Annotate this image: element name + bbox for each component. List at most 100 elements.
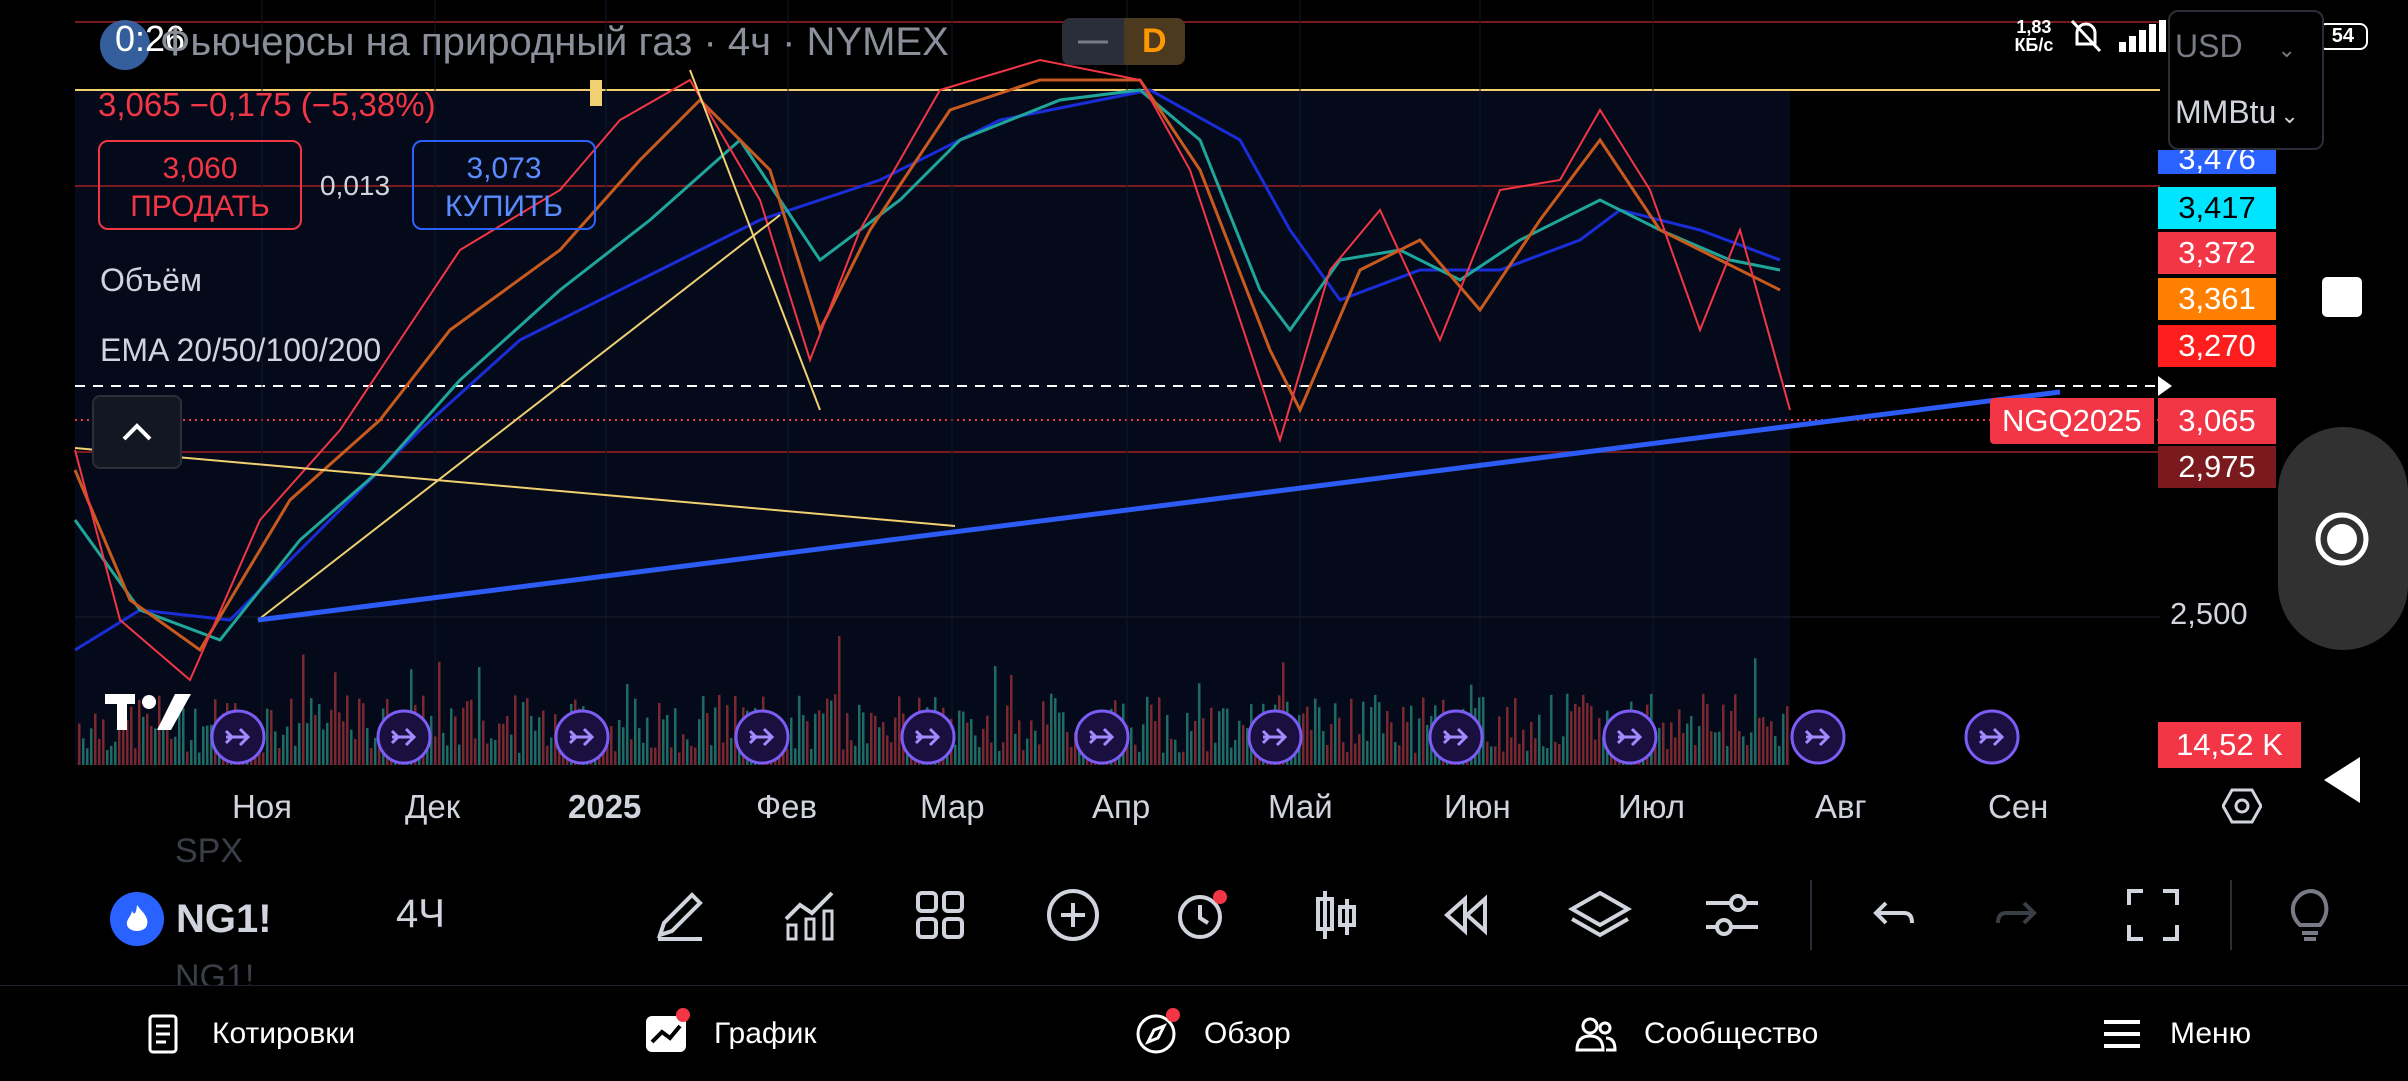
event-marker-icon bbox=[1790, 709, 1846, 765]
volume-bar bbox=[1014, 733, 1017, 765]
volume-bar bbox=[1782, 713, 1785, 765]
volume-bar bbox=[702, 696, 705, 765]
volume-bar bbox=[1034, 730, 1037, 765]
volume-bar bbox=[526, 698, 529, 765]
add-circle-icon[interactable] bbox=[1038, 860, 1108, 970]
volume-bar bbox=[1662, 722, 1665, 765]
volume-bar bbox=[454, 716, 457, 765]
volume-bar bbox=[1546, 748, 1549, 765]
volume-bar bbox=[366, 727, 369, 765]
price-label-ema200: 3,476 bbox=[2158, 150, 2276, 174]
event-marker-icon bbox=[554, 709, 610, 765]
volume-bar bbox=[1238, 720, 1241, 765]
time-axis-label: Апр bbox=[1092, 788, 1151, 825]
volume-bar bbox=[1026, 738, 1029, 765]
chart-settings-icon[interactable] bbox=[2221, 786, 2263, 836]
chart-toolbar bbox=[75, 860, 2405, 970]
collapse-legend-button[interactable] bbox=[92, 395, 182, 469]
volume-bar bbox=[1390, 722, 1393, 765]
undo-icon[interactable] bbox=[1855, 860, 1925, 970]
volume-bar bbox=[998, 750, 1001, 765]
volume-bar bbox=[974, 735, 977, 765]
buy-button[interactable]: 3,073 КУПИТЬ bbox=[412, 140, 596, 230]
nav-menu[interactable]: Меню bbox=[2100, 986, 2251, 1081]
volume-bar bbox=[518, 752, 521, 765]
volume-bar bbox=[1162, 752, 1165, 765]
volume-bar bbox=[1042, 701, 1045, 765]
volume-bar bbox=[966, 722, 969, 765]
volume-bar bbox=[858, 704, 861, 765]
volume-bar bbox=[262, 752, 265, 765]
volume-bar bbox=[358, 698, 361, 765]
volume-bar bbox=[1426, 724, 1429, 765]
volume-bar bbox=[114, 741, 117, 765]
event-marker-icon bbox=[210, 709, 266, 765]
volume-bar bbox=[1354, 743, 1357, 765]
nav-chart[interactable]: График bbox=[644, 986, 817, 1081]
indicators-icon[interactable] bbox=[775, 860, 845, 970]
price-arrow bbox=[2158, 376, 2172, 396]
redo-icon[interactable] bbox=[1985, 860, 2055, 970]
layers-icon[interactable] bbox=[1565, 860, 1635, 970]
replay-rewind-icon[interactable] bbox=[1430, 860, 1500, 970]
volume-bar bbox=[662, 719, 665, 765]
event-marker-icon bbox=[1602, 709, 1658, 765]
layout-grid-icon[interactable] bbox=[905, 860, 975, 970]
volume-bar bbox=[890, 742, 893, 765]
fullscreen-icon[interactable] bbox=[2118, 860, 2188, 970]
ema-indicator-label[interactable]: EMA 20/50/100/200 bbox=[100, 332, 381, 369]
currency-select[interactable]: USD ⌄ bbox=[2175, 28, 2296, 65]
chart-title[interactable]: Фьючерсы на природный газ · 4ч · NYMEX bbox=[160, 20, 949, 65]
volume-bar bbox=[1158, 697, 1161, 765]
volume-bar bbox=[1394, 742, 1397, 765]
volume-bar bbox=[1526, 750, 1529, 765]
volume-bar bbox=[658, 702, 661, 765]
volume-bar bbox=[958, 710, 961, 765]
nav-menu-label: Меню bbox=[2170, 1016, 2252, 1050]
unit-select[interactable]: MMBtu ⌄ bbox=[2175, 94, 2299, 131]
volume-bar bbox=[610, 725, 613, 765]
volume-bar bbox=[466, 701, 469, 765]
volume-bar bbox=[98, 738, 101, 765]
volume-bar bbox=[1690, 715, 1693, 765]
volume-bar bbox=[1358, 734, 1361, 765]
event-marker-icon bbox=[1247, 709, 1303, 765]
volume-bar bbox=[1718, 731, 1721, 765]
alert-clock-icon[interactable] bbox=[1167, 860, 1237, 970]
volume-bar bbox=[898, 696, 901, 765]
volume-bar bbox=[550, 737, 553, 765]
buy-price: 3,073 bbox=[466, 152, 542, 185]
nav-quotes[interactable]: Котировки bbox=[142, 986, 355, 1081]
sell-button[interactable]: 3,060 ПРОДАТЬ bbox=[98, 140, 302, 230]
mute-icon bbox=[2071, 19, 2102, 53]
time-axis-label: Июн bbox=[1444, 788, 1511, 825]
volume-bar bbox=[322, 729, 325, 765]
volume-bar bbox=[522, 702, 525, 765]
volume-bar bbox=[1658, 727, 1661, 765]
volume-bar bbox=[290, 698, 293, 765]
nav-overview[interactable]: Обзор bbox=[1134, 986, 1291, 1081]
volume-bar bbox=[530, 716, 533, 765]
volume-bar bbox=[86, 748, 89, 765]
back-button[interactable] bbox=[2322, 755, 2362, 810]
volume-bar bbox=[1706, 704, 1709, 765]
volume-bar bbox=[1578, 706, 1581, 765]
volume-bar bbox=[1582, 694, 1585, 765]
volume-bar bbox=[1598, 718, 1601, 765]
volume-bar bbox=[502, 723, 505, 765]
volume-bar bbox=[1670, 722, 1673, 765]
volume-bar bbox=[1714, 732, 1717, 765]
lightbulb-add-icon[interactable] bbox=[2275, 860, 2345, 970]
volume-bar bbox=[1538, 714, 1541, 765]
volume-bar bbox=[1146, 696, 1149, 765]
volume-bar bbox=[370, 747, 373, 765]
recent-apps-button[interactable] bbox=[2322, 277, 2362, 317]
home-button[interactable] bbox=[2315, 512, 2369, 566]
settings-sliders-icon[interactable] bbox=[1697, 860, 1767, 970]
drawing-pen-icon[interactable] bbox=[645, 860, 715, 970]
volume-bar bbox=[818, 710, 821, 765]
volume-indicator-label[interactable]: Объём bbox=[100, 262, 202, 299]
nav-community[interactable]: Сообщество bbox=[1574, 986, 1818, 1081]
time-axis-label: Мар bbox=[920, 788, 985, 825]
candle-type-icon[interactable] bbox=[1300, 860, 1370, 970]
